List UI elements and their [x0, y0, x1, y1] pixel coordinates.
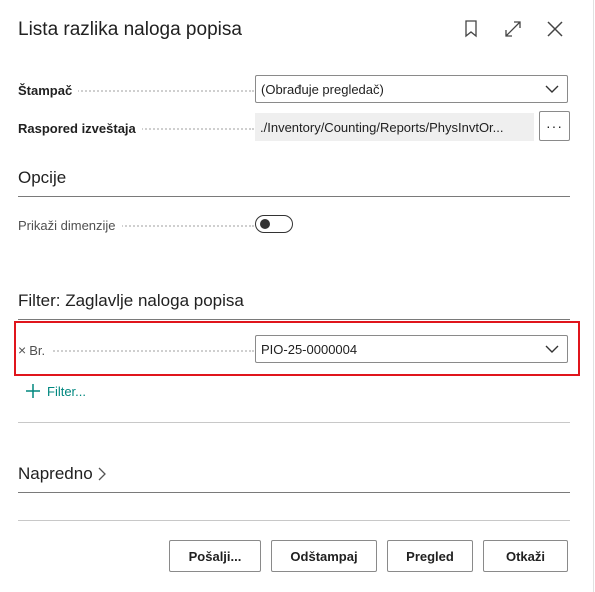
request-page-dialog: Lista razlika naloga popisa Štampač (Obr… — [0, 0, 594, 592]
preview-button[interactable]: Pregled — [387, 540, 473, 572]
divider — [18, 520, 570, 521]
title-bar-actions — [461, 18, 565, 40]
report-layout-label-container: Raspored izveštaja — [18, 113, 254, 143]
report-layout-label: Raspored izveštaja — [18, 120, 142, 136]
chevron-right-icon — [98, 467, 106, 481]
printer-value: (Obrađuje pregledač) — [261, 81, 384, 97]
options-section-title: Opcije — [18, 168, 570, 197]
filter-no-label-container: × Br. — [18, 335, 254, 365]
filter-no-label-wrap: × Br. — [18, 342, 52, 358]
printer-row: Štampač (Obrađuje pregledač) — [18, 75, 570, 105]
print-button[interactable]: Odštampaj — [271, 540, 377, 572]
printer-select[interactable]: (Obrađuje pregledač) — [255, 75, 568, 103]
add-filter-link[interactable]: Filter... — [25, 383, 86, 399]
printer-label: Štampač — [18, 82, 79, 98]
dialog-footer: Pošalji... Odštampaj Pregled Otkaži — [169, 540, 568, 572]
advanced-section-toggle[interactable]: Napredno — [18, 464, 570, 493]
chevron-down-icon — [545, 345, 559, 353]
show-dimensions-label: Prikaži dimenzije — [18, 217, 122, 233]
toggle-knob — [260, 219, 270, 229]
chevron-down-icon — [545, 85, 559, 93]
dialog-title: Lista razlika naloga popisa — [18, 19, 242, 40]
filter-section-title: Filter: Zaglavlje naloga popisa — [18, 291, 570, 320]
leader-dots — [18, 350, 254, 352]
filter-no-row: × Br. PIO-25-0000004 — [18, 335, 570, 365]
show-dimensions-toggle[interactable] — [255, 215, 293, 233]
send-button[interactable]: Pošalji... — [169, 540, 261, 572]
close-icon[interactable] — [545, 18, 565, 40]
show-dimensions-label-container: Prikaži dimenzije — [18, 210, 254, 240]
add-filter-label: Filter... — [47, 383, 87, 399]
advanced-label: Napredno — [18, 464, 93, 483]
divider — [18, 422, 570, 423]
expand-icon[interactable] — [503, 18, 523, 40]
filter-no-select[interactable]: PIO-25-0000004 — [255, 335, 568, 363]
remove-filter-icon[interactable]: × — [18, 342, 26, 358]
report-layout-row: Raspored izveštaja ./Inventory/Counting/… — [18, 111, 570, 143]
filter-no-label: Br. — [29, 342, 46, 358]
printer-label-container: Štampač — [18, 75, 254, 105]
plus-icon — [26, 384, 40, 398]
report-layout-field[interactable]: ./Inventory/Counting/Reports/PhysInvtOr.… — [255, 113, 534, 141]
cancel-button[interactable]: Otkaži — [483, 540, 568, 572]
filter-no-value: PIO-25-0000004 — [261, 341, 358, 357]
show-dimensions-row: Prikaži dimenzije — [18, 210, 570, 240]
report-layout-lookup-button[interactable]: ··· — [539, 111, 570, 141]
bookmark-icon[interactable] — [461, 18, 481, 40]
